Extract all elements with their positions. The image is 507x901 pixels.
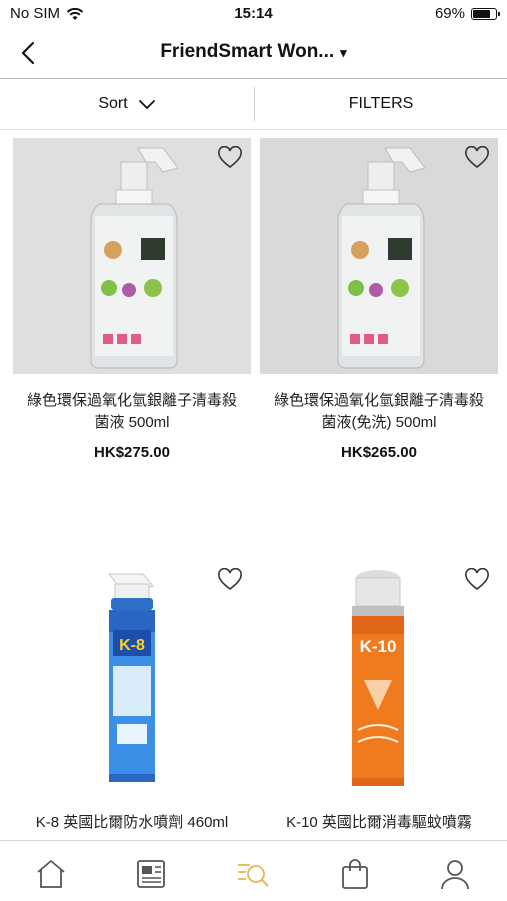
battery-icon bbox=[471, 7, 500, 20]
bag-icon[interactable] bbox=[338, 857, 372, 891]
heart-icon[interactable] bbox=[464, 568, 490, 592]
product-image[interactable] bbox=[13, 138, 251, 374]
product-price: HK$265.00 bbox=[341, 444, 417, 461]
can-label: K-8 bbox=[119, 637, 145, 654]
product-card[interactable]: K-10 K-10 英國比爾消毒驅蚊噴霧 bbox=[260, 560, 498, 840]
sort-button[interactable]: Sort bbox=[0, 79, 254, 129]
page-title[interactable]: FriendSmart Won... ▾ bbox=[0, 41, 507, 63]
product-name[interactable]: 綠色環保過氧化氫銀離子清毒殺 菌液(免洗) 500ml bbox=[254, 390, 504, 434]
home-icon[interactable] bbox=[34, 857, 68, 891]
status-bar: No SIM 15:14 69% bbox=[0, 0, 507, 28]
heart-icon[interactable] bbox=[217, 146, 243, 170]
product-card[interactable]: K-8 K-8 英國比爾防水噴劑 460ml bbox=[13, 560, 251, 840]
sort-label: Sort bbox=[98, 95, 128, 112]
shop-title: FriendSmart Won... bbox=[160, 41, 335, 62]
product-image[interactable]: K-8 bbox=[13, 560, 251, 796]
status-right: 69% bbox=[434, 5, 500, 22]
product-name[interactable]: K-10 英國比爾消毒驅蚊噴霧 bbox=[254, 812, 504, 834]
product-name-line2: 菌液(免洗) 500ml bbox=[321, 414, 437, 431]
heart-icon[interactable] bbox=[217, 568, 243, 592]
heart-icon[interactable] bbox=[464, 146, 490, 170]
filters-label: FILTERS bbox=[348, 95, 414, 112]
product-price: HK$275.00 bbox=[94, 444, 170, 461]
product-name[interactable]: K-8 英國比爾防水噴劑 460ml bbox=[7, 812, 257, 834]
navigation-bar: FriendSmart Won... ▾ bbox=[0, 28, 507, 79]
bottom-tab-bar bbox=[0, 840, 507, 901]
profile-icon[interactable] bbox=[438, 857, 472, 891]
product-name[interactable]: 綠色環保過氧化氫銀離子清毒殺 菌液 500ml bbox=[7, 390, 257, 434]
spray-bottle-image bbox=[13, 138, 251, 374]
product-image[interactable]: K-10 bbox=[260, 560, 498, 796]
can-label: K-10 bbox=[360, 637, 397, 656]
product-card[interactable]: 綠色環保過氧化氫銀離子清毒殺 菌液 500ml HK$275.00 bbox=[13, 138, 251, 478]
product-name-line1: K-10 英國比爾消毒驅蚊噴霧 bbox=[286, 814, 472, 831]
battery-percent: 69% bbox=[434, 5, 465, 22]
product-name-line1: 綠色環保過氧化氫銀離子清毒殺 bbox=[273, 392, 484, 409]
news-icon[interactable] bbox=[134, 857, 168, 891]
product-card[interactable]: 綠色環保過氧化氫銀離子清毒殺 菌液(免洗) 500ml HK$265.00 bbox=[260, 138, 498, 478]
product-image[interactable] bbox=[260, 138, 498, 374]
product-name-line1: 綠色環保過氧化氫銀離子清毒殺 bbox=[26, 392, 237, 409]
search-list-icon[interactable] bbox=[236, 857, 270, 891]
spray-bottle-image bbox=[260, 138, 498, 374]
filters-button[interactable]: FILTERS bbox=[255, 79, 507, 129]
chevron-down-icon bbox=[138, 100, 155, 109]
product-name-line2: 菌液 500ml bbox=[94, 414, 170, 431]
sort-filter-bar: Sort FILTERS bbox=[0, 79, 507, 130]
product-name-line1: K-8 英國比爾防水噴劑 460ml bbox=[35, 814, 229, 831]
dropdown-caret-icon: ▾ bbox=[340, 45, 347, 60]
spray-can-image: K-10 bbox=[352, 570, 404, 786]
status-time: 15:14 bbox=[234, 5, 273, 22]
spray-can-image: K-8 bbox=[107, 573, 155, 782]
